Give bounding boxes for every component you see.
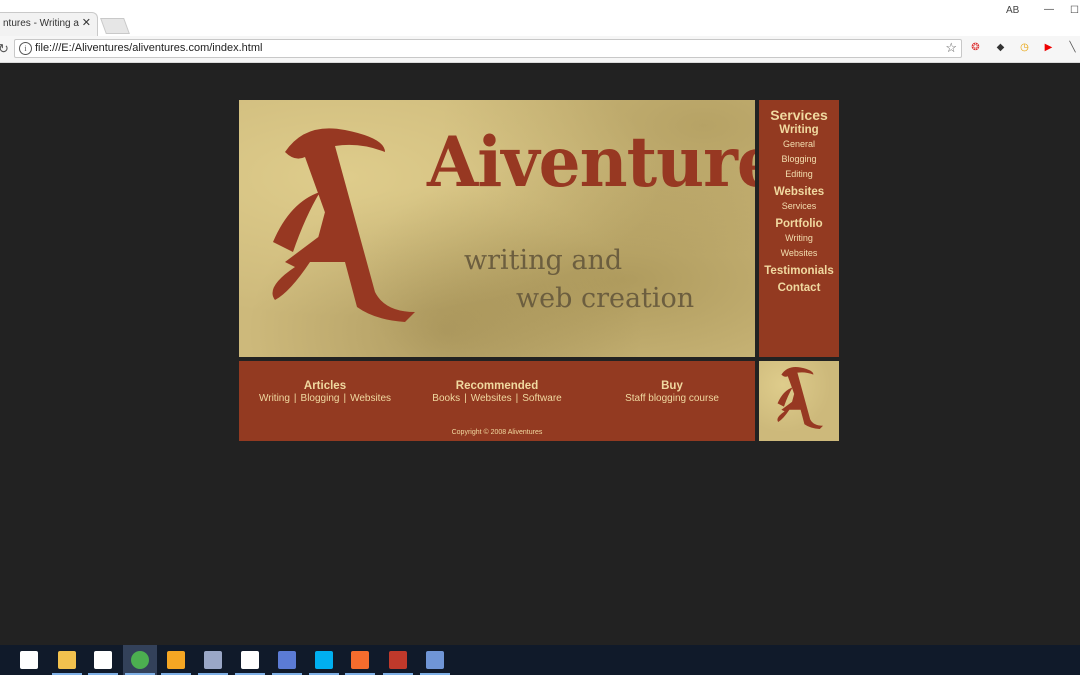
pdf-extension-icon[interactable]: ❂ (969, 41, 982, 54)
footer-link-websites[interactable]: Websites (350, 393, 391, 404)
youtube-extension-icon[interactable]: ▶ (1042, 41, 1055, 54)
sidebar-section-contact[interactable]: Contact (759, 281, 839, 295)
mini-logo[interactable] (759, 361, 839, 441)
footer-separator: | (515, 393, 519, 404)
info-icon[interactable]: i (19, 42, 32, 55)
profile-icon[interactable]: AB (1006, 5, 1019, 16)
footer-buy: Buy Staff blogging course (583, 379, 761, 405)
bookmark-star-icon[interactable]: ☆ (945, 40, 957, 56)
footer-buy-heading: Buy (661, 380, 683, 392)
footer-articles: Articles Writing | Blogging | Websites (239, 379, 411, 405)
new-tab-button[interactable] (100, 18, 130, 34)
sidebar-link-services[interactable]: Services (759, 199, 839, 214)
skype-icon[interactable] (315, 651, 333, 669)
tagline-line-2: web creation (516, 283, 695, 314)
windows-taskbar (0, 645, 1080, 675)
address-bar[interactable]: i file:///E:/Aliventures/aliventures.com… (14, 39, 962, 58)
sidebar-link-editing[interactable]: Editing (759, 167, 839, 182)
browser-tab[interactable]: ntures - Writing and ✕ (0, 12, 98, 36)
sidebar-section-websites[interactable]: Websites (759, 185, 839, 199)
sidebar-link-general[interactable]: General (759, 137, 839, 152)
footer-link-software[interactable]: Software (522, 393, 561, 404)
clock-extension-icon[interactable]: ◷ (1018, 41, 1031, 54)
monitor-app-icon[interactable] (204, 651, 222, 669)
sidebar-link-portfolio-websites[interactable]: Websites (759, 246, 839, 261)
sidebar-heading: Services (770, 107, 828, 123)
origin-icon[interactable] (351, 651, 369, 669)
sidebar-link-portfolio-writing[interactable]: Writing (759, 231, 839, 246)
pen-extension-icon[interactable]: ╲ (1066, 41, 1079, 54)
footer-link-staff-blogging-course[interactable]: Staff blogging course (625, 393, 719, 404)
sidebar-link-blogging[interactable]: Blogging (759, 152, 839, 167)
media-player-icon[interactable] (167, 651, 185, 669)
sidebar-section-writing[interactable]: Writing (759, 123, 839, 137)
close-icon[interactable]: ✕ (82, 17, 91, 29)
footer-separator: | (343, 393, 347, 404)
tagline-line-1: writing and (464, 245, 623, 276)
mini-logo-letter-a (777, 367, 823, 429)
site-header-banner: Aiventures writing and web creation (239, 100, 755, 357)
mail-icon[interactable] (241, 651, 259, 669)
footer-link-blogging[interactable]: Blogging (301, 393, 340, 404)
footer-recommended: Recommended Books | Websites | Software (411, 379, 583, 405)
chrome-icon[interactable] (131, 651, 149, 669)
services-sidebar: Services Writing General Blogging Editin… (759, 100, 839, 357)
reload-icon[interactable]: ↻ (0, 41, 9, 57)
footer-separator: | (464, 393, 467, 404)
footer-link-books[interactable]: Books (432, 393, 460, 404)
site-footer: Articles Writing | Blogging | Websites Recom… (239, 361, 755, 441)
logo-letter-a (272, 128, 415, 322)
word-icon[interactable] (426, 651, 444, 669)
site-title: Aiventures (427, 121, 755, 203)
game-icon[interactable] (389, 651, 407, 669)
footer-separator: | (293, 393, 297, 404)
footer-link-writing[interactable]: Writing (259, 393, 290, 404)
maximize-icon[interactable]: ☐ (1070, 5, 1079, 16)
footer-articles-heading: Articles (303, 380, 347, 392)
copyright-text: Copyright © 2008 Aliventures (451, 429, 543, 436)
paint-icon[interactable] (278, 651, 296, 669)
url-text[interactable]: file:///E:/Aliventures/aliventures.com/i… (35, 42, 262, 54)
sidebar-section-portfolio[interactable]: Portfolio (759, 217, 839, 231)
browser-toolbar: ↻ i file:///E:/Aliventures/aliventures.c… (0, 36, 1080, 63)
store-icon[interactable] (94, 651, 112, 669)
tab-title: ntures - Writing and (3, 18, 79, 29)
footer-recommended-heading: Recommended (455, 380, 539, 392)
browser-tab-bar: ntures - Writing and ✕ AB — ☐ (0, 0, 1080, 37)
footer-link-recommended-websites[interactable]: Websites (471, 393, 512, 404)
file-explorer-icon[interactable] (58, 651, 76, 669)
evernote-extension-icon[interactable]: ◆ (994, 41, 1007, 54)
minimize-icon[interactable]: — (1044, 4, 1054, 15)
task-view-icon[interactable] (20, 651, 38, 669)
sidebar-section-testimonials[interactable]: Testimonials (759, 264, 839, 278)
